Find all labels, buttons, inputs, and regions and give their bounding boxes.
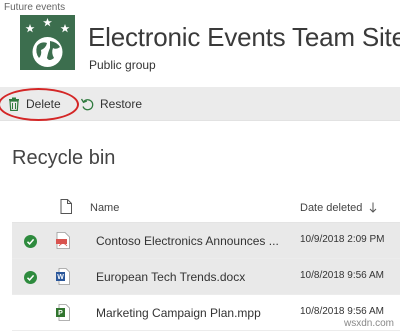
file-name[interactable]: European Tech Trends.docx xyxy=(96,270,245,284)
table-row[interactable]: W European Tech Trends.docx 10/8/2018 9:… xyxy=(12,259,400,295)
pdf-file-icon xyxy=(56,232,70,249)
command-bar: Delete Restore xyxy=(0,87,400,121)
date-deleted: 10/8/2018 9:56 AM xyxy=(300,306,384,317)
svg-text:W: W xyxy=(57,274,64,281)
file-type-header-icon[interactable] xyxy=(60,199,72,217)
name-column-header[interactable]: Name xyxy=(90,202,119,214)
project-file-icon: P xyxy=(56,304,70,321)
date-deleted: 10/9/2018 2:09 PM xyxy=(300,234,385,245)
table-row[interactable]: P Marketing Campaign Plan.mpp 10/8/2018 … xyxy=(12,295,400,331)
word-doc-icon: W xyxy=(56,268,70,285)
date-deleted-column-header[interactable]: Date deleted xyxy=(300,202,377,214)
recycle-bin-list: Name Date deleted Contoso Electronics An… xyxy=(12,193,400,331)
selected-checkmark-icon[interactable] xyxy=(24,271,37,284)
restore-label: Restore xyxy=(100,97,143,111)
sort-descending-arrow-icon xyxy=(370,202,377,213)
site-title: Electronic Events Team Site xyxy=(88,22,400,52)
svg-text:P: P xyxy=(58,310,63,317)
delete-label: Delete xyxy=(26,97,61,111)
list-header: Name Date deleted xyxy=(12,193,400,223)
site-subtitle: Public group xyxy=(89,58,156,72)
selected-checkmark-icon[interactable] xyxy=(24,235,37,248)
table-row[interactable]: Contoso Electronics Announces ... 10/9/2… xyxy=(12,223,400,259)
breadcrumb[interactable]: Future events xyxy=(4,2,65,13)
delete-button[interactable]: Delete xyxy=(8,87,61,121)
date-deleted-header-label: Date deleted xyxy=(300,202,363,214)
restore-button[interactable]: Restore xyxy=(80,87,142,121)
watermark: wsxdn.com xyxy=(343,318,394,329)
restore-arrow-icon xyxy=(80,98,94,111)
page-title: Recycle bin xyxy=(12,147,116,169)
file-name[interactable]: Contoso Electronics Announces ... xyxy=(96,234,279,248)
file-name[interactable]: Marketing Campaign Plan.mpp xyxy=(96,306,261,320)
globe-stars-logo-icon xyxy=(20,15,75,70)
date-deleted: 10/8/2018 9:56 AM xyxy=(300,270,384,281)
site-logo[interactable] xyxy=(20,15,75,70)
trash-icon xyxy=(9,97,19,111)
